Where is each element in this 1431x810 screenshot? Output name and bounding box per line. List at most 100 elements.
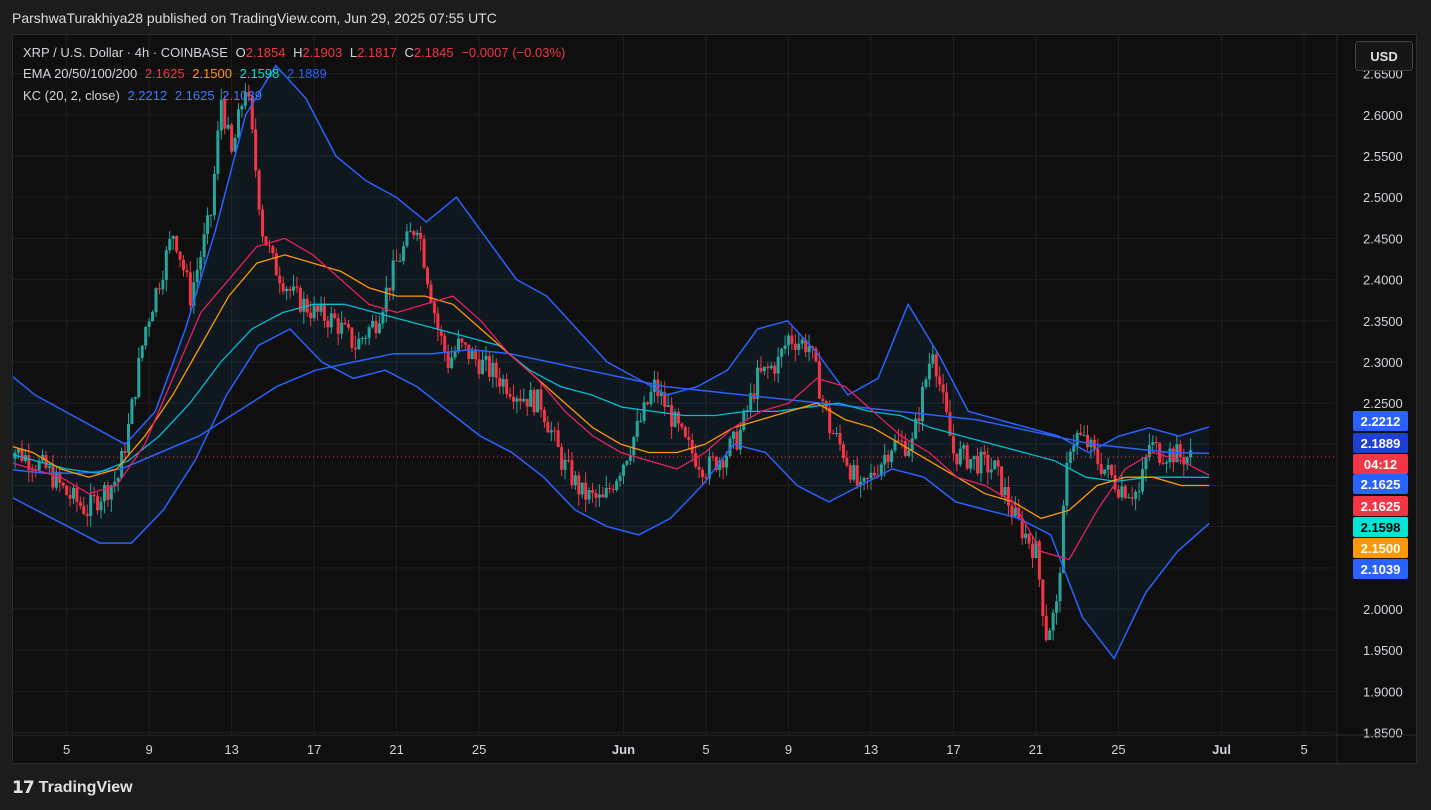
candle-body [223, 99, 227, 129]
candle-body [99, 501, 103, 511]
candle-body [786, 335, 790, 346]
candle-body [690, 439, 694, 454]
candle-body [800, 339, 804, 344]
price-tag: 2.1598 [1353, 517, 1408, 537]
candle-body [216, 130, 220, 174]
candle-body [364, 337, 368, 339]
x-tick-label: 25 [472, 742, 486, 757]
candle-body [154, 288, 158, 313]
kc-legend[interactable]: KC (20, 2, close) 2.2212 2.1625 2.1039 [23, 88, 266, 103]
candle-body [426, 267, 430, 285]
y-tick-label: 2.6000 [1363, 108, 1403, 123]
candle-body [415, 232, 419, 236]
candle-body [113, 481, 117, 486]
kc-mid-value: 2.1625 [174, 88, 215, 103]
currency-button[interactable]: USD [1355, 41, 1413, 71]
publish-header: ParshwaTurakhiya28 published on TradingV… [12, 10, 497, 26]
candle-body [683, 427, 687, 437]
candle-body [955, 453, 959, 465]
candle-body [267, 245, 271, 247]
candle-body [498, 377, 502, 387]
x-tick-label: 5 [63, 742, 70, 757]
x-tick-label: 17 [946, 742, 960, 757]
chart-panel[interactable]: 2.6500 2.6000 2.5500 2.5000 2.4500 2.4000 2.35… [12, 34, 1418, 765]
candle-body [594, 492, 598, 498]
candle-body [161, 279, 165, 290]
candle-body [336, 318, 340, 334]
candle-body [931, 354, 935, 364]
candle-body [591, 490, 595, 493]
y-tick-label: 2.3500 [1363, 314, 1403, 329]
symbol-name[interactable]: XRP / U.S. Dollar · 4h · COINBASE [23, 45, 228, 60]
candle-body [20, 448, 24, 462]
candle-body [322, 303, 326, 321]
candle-body [1151, 442, 1155, 446]
candle-body [945, 392, 949, 413]
candle-body [835, 432, 839, 435]
candle-body [670, 405, 674, 427]
candle-body [1103, 469, 1107, 474]
candle-body [872, 472, 876, 476]
candle-body [697, 466, 701, 470]
ema-legend[interactable]: EMA 20/50/100/200 2.1625 2.1500 2.1598 2… [23, 66, 331, 81]
candle-body [1075, 432, 1079, 446]
candle-body [219, 99, 223, 131]
candle-body [1003, 487, 1007, 496]
kc-label[interactable]: KC (20, 2, close) [23, 88, 120, 103]
candle-body [1010, 505, 1014, 517]
price-chart[interactable]: 2.65002.60002.55002.50002.45002.40002.35… [13, 35, 1418, 765]
candle-body [494, 362, 498, 378]
candle-body [701, 469, 705, 478]
candle-body [656, 379, 660, 397]
candle-body [419, 232, 423, 239]
candle-body [340, 322, 344, 334]
candle-body [505, 378, 509, 394]
candle-body [144, 326, 148, 346]
candle-body [164, 250, 168, 280]
candle-body [807, 346, 811, 353]
candle-body [209, 215, 213, 217]
candle-body [226, 124, 230, 129]
candle-body [982, 451, 986, 455]
open-value: 2.1854 [245, 45, 286, 60]
y-tick-label: 2.3000 [1363, 355, 1403, 370]
candle-body [206, 215, 210, 235]
candle-body [1110, 465, 1114, 476]
x-tick-label: 5 [1300, 742, 1307, 757]
candle-body [652, 379, 656, 392]
candle-body [456, 338, 460, 352]
candle-body [395, 260, 399, 262]
candle-body [721, 460, 725, 468]
candle-body [171, 236, 175, 239]
candle-body [89, 494, 93, 516]
tradingview-logo-icon: 𝟭𝟳 [12, 778, 35, 797]
candle-body [102, 485, 106, 502]
candle-body [577, 475, 581, 495]
candle-body [646, 402, 650, 405]
x-tick-label: 9 [785, 742, 792, 757]
close-value: 2.1845 [413, 45, 454, 60]
candle-body [319, 303, 323, 312]
candle-body [862, 477, 866, 482]
candle-body [281, 283, 285, 292]
candle-body [450, 357, 454, 368]
candle-body [487, 355, 491, 377]
x-tick-label: 21 [389, 742, 403, 757]
tradingview-logo[interactable]: 𝟭𝟳 TradingView [12, 778, 133, 798]
candle-body [993, 460, 997, 470]
x-tick-label: 25 [1111, 742, 1125, 757]
symbol-legend[interactable]: XRP / U.S. Dollar · 4h · COINBASE O2.185… [23, 45, 569, 60]
candle-body [989, 469, 993, 473]
candle-body [759, 367, 763, 372]
candle-body [92, 494, 96, 497]
candle-body [1127, 497, 1131, 499]
candle-body [309, 312, 313, 319]
candle-body [71, 487, 75, 499]
candle-body [848, 465, 852, 480]
candle-body [401, 246, 405, 261]
candle-body [563, 459, 567, 470]
ema-label[interactable]: EMA 20/50/100/200 [23, 66, 137, 81]
candle-body [261, 209, 265, 237]
candle-body [841, 444, 845, 458]
candle-body [1013, 508, 1017, 517]
